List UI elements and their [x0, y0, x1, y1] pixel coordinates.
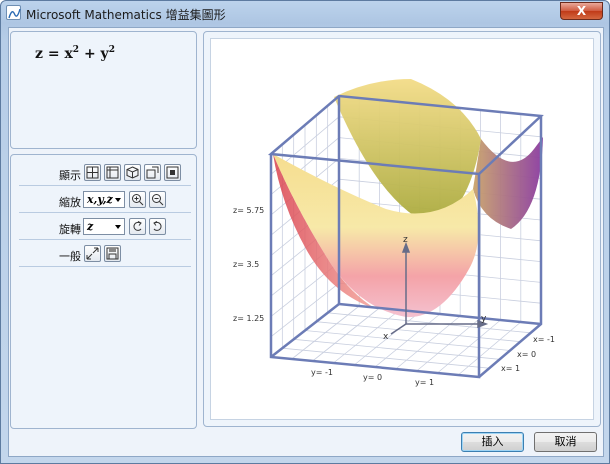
general-label: 一般 — [59, 250, 81, 263]
x-tick-label: x= -1 — [533, 335, 555, 344]
chevron-down-icon — [115, 225, 121, 229]
axes-box-button[interactable] — [104, 164, 121, 181]
aspect-button[interactable] — [144, 164, 161, 181]
surface-right — [473, 137, 543, 229]
display-row: 顯示 — [19, 160, 191, 186]
save-icon — [106, 247, 119, 260]
rotate-row: 旋轉 z — [19, 214, 191, 240]
axis-letter-z: z — [403, 235, 408, 245]
controls-panel: 顯示 縮放 x,y,z 旋轉 z 一般 — [10, 154, 197, 429]
close-button[interactable]: X — [560, 2, 603, 20]
display-label: 顯示 — [59, 169, 81, 182]
rotate-axis-select[interactable]: z — [83, 218, 125, 235]
zoom-axis-select[interactable]: x,y,z — [83, 191, 125, 208]
title-bar[interactable]: Microsoft Mathematics 增益集圖形 X — [1, 1, 609, 25]
graph-panel: z y x z= 1.25 z= 3.5 z= 5.75 y= -1 y= 0 y= 1 x… — [203, 31, 601, 427]
zoom-out-button[interactable] — [149, 191, 166, 208]
x-tick-label: x= 0 — [517, 350, 536, 359]
dialog-window: Microsoft Mathematics 增益集圖形 X z = x2 + y… — [0, 0, 610, 464]
zoom-row: 縮放 x,y,z — [19, 187, 191, 213]
insert-button[interactable]: 插入 — [461, 432, 524, 452]
rotate-ccw-button[interactable] — [129, 218, 146, 235]
cancel-button[interactable]: 取消 — [534, 432, 597, 452]
axis-letter-x: x — [383, 332, 389, 342]
x-tick-label: x= 1 — [501, 364, 520, 373]
zoom-in-icon — [132, 194, 144, 206]
grid-toggle-button[interactable] — [84, 164, 101, 181]
resize-icon — [86, 247, 99, 260]
rotate-cw-icon — [153, 221, 162, 231]
client-area: z = x2 + y2 顯示 縮放 x,y,z 旋轉 z 一般 z y x z=… — [8, 27, 604, 457]
zoom-label: 縮放 — [59, 196, 81, 209]
rotate-label: 旋轉 — [59, 223, 81, 236]
graph-canvas[interactable]: z y x z= 1.25 z= 3.5 z= 5.75 y= -1 y= 0 y= 1 x… — [210, 38, 594, 420]
general-row: 一般 — [19, 241, 191, 267]
rotate-ccw-icon — [133, 221, 142, 231]
z-tick-label: z= 1.25 — [233, 314, 264, 323]
cube-icon — [126, 166, 139, 179]
surface-plot[interactable]: z y x z= 1.25 z= 3.5 z= 5.75 y= -1 y= 0 y= 1 x… — [211, 39, 595, 421]
z-tick-label: z= 5.75 — [233, 206, 264, 215]
save-button[interactable] — [104, 245, 121, 262]
axes-box-icon — [106, 166, 119, 179]
fit-icon — [166, 166, 179, 179]
surface-mesh — [273, 79, 543, 318]
axis-letter-y: y — [481, 314, 487, 324]
rotate-cw-button[interactable] — [149, 218, 166, 235]
z-tick-label: z= 3.5 — [233, 260, 259, 269]
formula-text: z = x2 + y2 — [35, 45, 115, 62]
y-tick-label: y= -1 — [311, 368, 333, 377]
cube-view-button[interactable] — [124, 164, 141, 181]
aspect-icon — [146, 166, 159, 179]
zoom-in-button[interactable] — [129, 191, 146, 208]
resize-button[interactable] — [84, 245, 101, 262]
zoom-out-icon — [152, 194, 164, 206]
y-tick-label: y= 1 — [415, 378, 434, 387]
chevron-down-icon — [115, 198, 121, 202]
app-icon — [6, 5, 21, 20]
fit-button[interactable] — [164, 164, 181, 181]
window-title: Microsoft Mathematics 增益集圖形 — [26, 8, 226, 22]
formula-panel: z = x2 + y2 — [10, 31, 197, 149]
y-tick-label: y= 0 — [363, 373, 382, 382]
grid-icon — [86, 166, 99, 179]
